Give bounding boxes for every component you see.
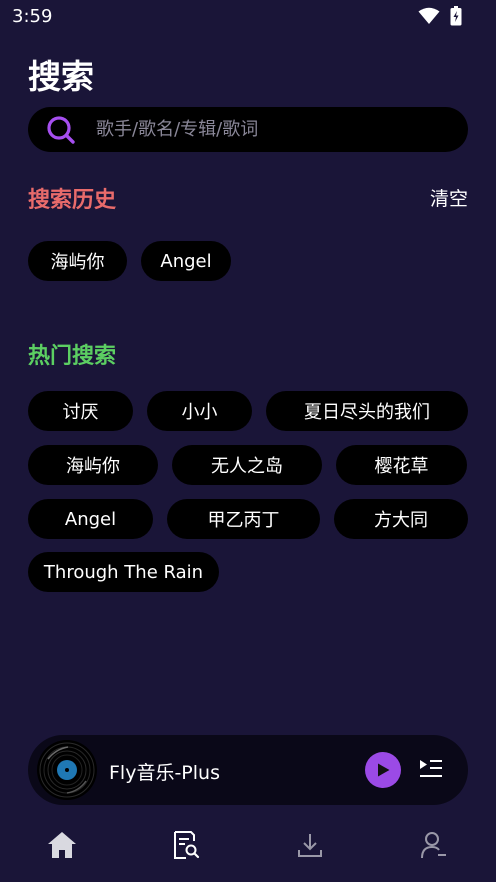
player-title: Fly音乐-Plus (109, 762, 220, 784)
mini-player[interactable]: Fly音乐-Plus (28, 735, 468, 805)
search-icon[interactable] (46, 115, 76, 145)
nav-search[interactable] (168, 827, 204, 863)
play-button[interactable] (365, 752, 401, 788)
user-icon (421, 832, 446, 859)
nav-profile[interactable] (416, 827, 452, 863)
history-chip[interactable]: Angel (141, 241, 231, 281)
play-icon (378, 763, 390, 777)
search-page: 3:59 搜索 搜索历史 清空 海屿你 Angel 热门搜索 讨厌 小小 夏日尽… (0, 0, 496, 882)
history-chip[interactable]: 海屿你 (28, 241, 127, 281)
vinyl-disc-icon[interactable] (36, 739, 98, 801)
hot-chip[interactable]: 讨厌 (28, 391, 133, 431)
hot-title: 热门搜索 (28, 344, 117, 369)
hot-chip[interactable]: 樱花草 (336, 445, 467, 485)
search-bar[interactable] (28, 107, 468, 152)
nav-download[interactable] (292, 827, 328, 863)
wifi-icon (418, 7, 440, 24)
search-input[interactable] (96, 107, 456, 152)
page-title: 搜索 (28, 57, 94, 96)
status-bar: 3:59 (0, 0, 496, 34)
hot-chip[interactable]: 海屿你 (28, 445, 158, 485)
hot-chip[interactable]: 甲乙丙丁 (167, 499, 320, 539)
home-icon (48, 832, 76, 858)
hot-chip[interactable]: Angel (28, 499, 153, 539)
clear-history-button[interactable]: 清空 (430, 184, 468, 211)
nav-home[interactable] (44, 827, 80, 863)
download-icon (298, 834, 322, 857)
status-icons (418, 6, 462, 26)
hot-chip[interactable]: 夏日尽头的我们 (266, 391, 468, 431)
hot-chip[interactable]: Through The Rain (28, 552, 219, 592)
search-list-icon (174, 831, 200, 859)
hot-chip[interactable]: 方大同 (334, 499, 468, 539)
battery-icon (450, 6, 462, 26)
status-time: 3:59 (12, 6, 53, 27)
hot-chip[interactable]: 小小 (147, 391, 252, 431)
history-title: 搜索历史 (28, 188, 117, 213)
hot-chip[interactable]: 无人之岛 (172, 445, 322, 485)
playlist-icon[interactable] (418, 757, 444, 783)
bottom-nav (0, 815, 496, 882)
